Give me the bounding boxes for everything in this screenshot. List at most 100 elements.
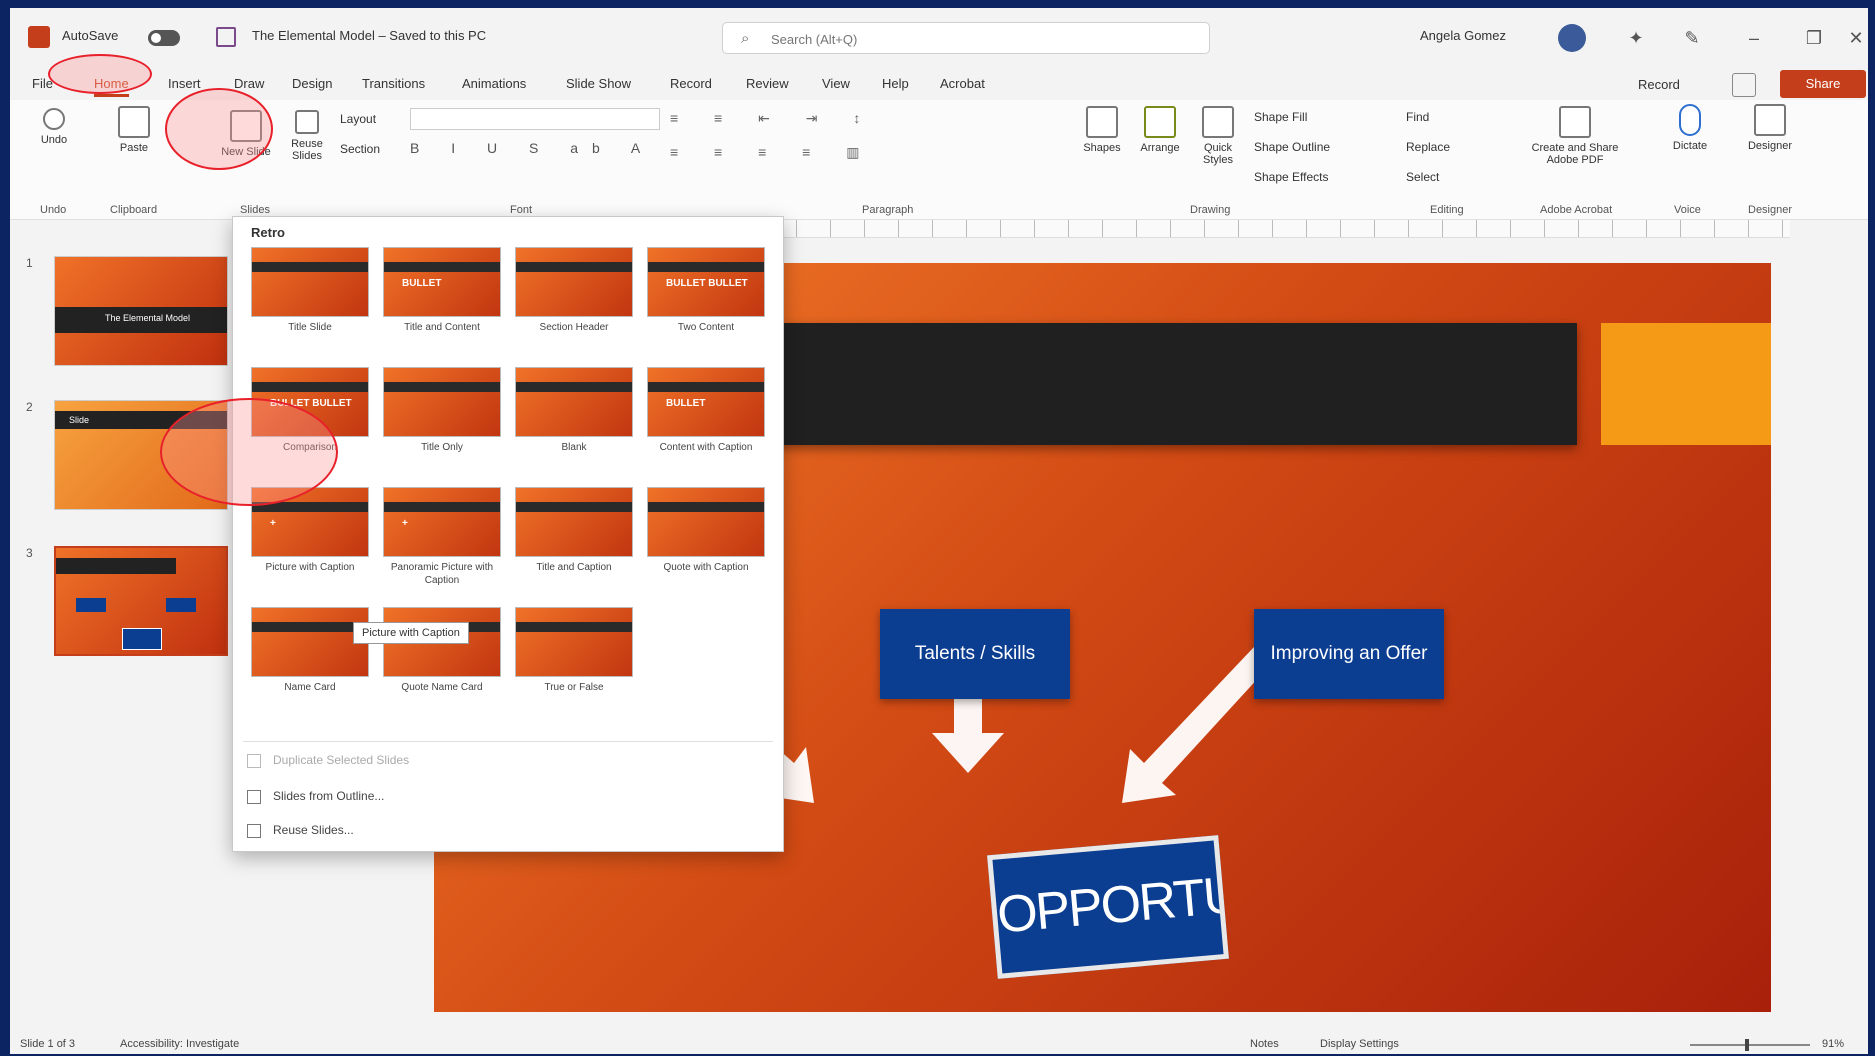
layout-option[interactable]: + Panoramic Picture with Caption bbox=[383, 487, 501, 587]
minimize-icon[interactable]: – bbox=[1740, 24, 1768, 52]
tab-record[interactable]: Record bbox=[670, 76, 712, 91]
accessibility-status[interactable]: Accessibility: Investigate bbox=[120, 1038, 239, 1050]
tab-design[interactable]: Design bbox=[292, 76, 332, 91]
copilot-icon[interactable]: ✦ bbox=[1622, 24, 1650, 52]
tab-help[interactable]: Help bbox=[882, 76, 909, 91]
layout-title-bar bbox=[516, 622, 632, 632]
layout-name: True or False bbox=[544, 682, 604, 693]
shape-effects-button[interactable]: Shape Effects bbox=[1254, 162, 1330, 192]
replace-button[interactable]: Replace bbox=[1406, 132, 1450, 162]
close-icon[interactable]: ✕ bbox=[1842, 24, 1868, 52]
powerpoint-logo-icon bbox=[28, 26, 50, 48]
tab-file[interactable]: File bbox=[32, 76, 53, 91]
comments-icon[interactable] bbox=[1732, 73, 1756, 97]
tab-home[interactable]: Home bbox=[94, 76, 129, 97]
layout-option[interactable]: Title Only bbox=[383, 367, 501, 454]
layout-badge: BULLET bbox=[666, 398, 706, 409]
undo-button[interactable]: Undo bbox=[32, 108, 76, 146]
share-button[interactable]: Share bbox=[1780, 70, 1866, 98]
font-name-field[interactable] bbox=[410, 108, 660, 130]
opportunity-box[interactable]: OPPORTUNITY bbox=[987, 835, 1229, 979]
ribbon: Undo Paste New Slide Reuse Slides Layout… bbox=[10, 100, 1868, 220]
paste-button[interactable]: Paste bbox=[106, 106, 162, 154]
layout-option[interactable]: BULLET BULLET Comparison bbox=[251, 367, 369, 454]
arrange-button[interactable]: Arrange bbox=[1130, 106, 1190, 154]
select-button[interactable]: Select bbox=[1406, 162, 1450, 192]
layout-option[interactable]: Quote Name Card bbox=[383, 607, 501, 694]
paste-icon bbox=[118, 106, 150, 138]
shape-format-list: Shape Fill Shape Outline Shape Effects bbox=[1254, 102, 1330, 192]
tab-acrobat[interactable]: Acrobat bbox=[940, 76, 985, 91]
reuse-slides-item[interactable]: Reuse Slides... bbox=[247, 823, 354, 838]
zoom-slider-thumb[interactable] bbox=[1745, 1039, 1749, 1051]
search-box[interactable]: ⌕ bbox=[722, 22, 1210, 54]
zoom-slider[interactable] bbox=[1690, 1044, 1810, 1046]
document-title[interactable]: The Elemental Model – Saved to this PC bbox=[252, 28, 486, 43]
search-input[interactable] bbox=[771, 29, 1191, 49]
slides-from-outline-item[interactable]: Slides from Outline... bbox=[247, 789, 384, 804]
new-slide-button[interactable]: New Slide bbox=[216, 110, 276, 158]
layout-title-bar bbox=[252, 622, 368, 632]
save-icon[interactable] bbox=[216, 27, 236, 47]
find-button[interactable]: Find bbox=[1406, 102, 1450, 132]
display-settings-button[interactable]: Display Settings bbox=[1320, 1038, 1399, 1050]
tab-slide-show[interactable]: Slide Show bbox=[566, 76, 631, 91]
layout-button[interactable]: Layout bbox=[340, 104, 380, 134]
layout-option[interactable]: BULLET BULLET Two Content bbox=[647, 247, 765, 334]
arrange-icon bbox=[1144, 106, 1176, 138]
slide-thumbnail-1[interactable]: The Elemental Model bbox=[54, 256, 228, 366]
improving-offer-box[interactable]: Improving an Offer bbox=[1254, 609, 1444, 699]
layout-option[interactable]: + Picture with Caption bbox=[251, 487, 369, 574]
shape-fill-button[interactable]: Shape Fill bbox=[1254, 102, 1330, 132]
layout-title-bar bbox=[516, 502, 632, 512]
slide-thumbnail-2[interactable]: Slide bbox=[54, 400, 228, 510]
tab-transitions[interactable]: Transitions bbox=[362, 76, 425, 91]
layout-option[interactable]: BULLET Content with Caption bbox=[647, 367, 765, 454]
autosave-toggle[interactable] bbox=[148, 30, 180, 46]
user-name[interactable]: Angela Gomez bbox=[1420, 28, 1506, 43]
tab-insert[interactable]: Insert bbox=[168, 76, 201, 91]
restore-icon[interactable]: ❐ bbox=[1800, 24, 1828, 52]
record-button[interactable]: Record bbox=[1630, 72, 1688, 98]
shapes-button[interactable]: Shapes bbox=[1074, 106, 1130, 154]
layout-option[interactable]: Name Card bbox=[251, 607, 369, 694]
avatar[interactable] bbox=[1558, 24, 1586, 52]
tab-draw[interactable]: Draw bbox=[234, 76, 264, 91]
layout-title-bar bbox=[516, 262, 632, 272]
tab-review[interactable]: Review bbox=[746, 76, 789, 91]
talents-skills-box[interactable]: Talents / Skills bbox=[880, 609, 1070, 699]
layout-option[interactable]: Blank bbox=[515, 367, 633, 454]
notes-button[interactable]: Notes bbox=[1250, 1038, 1279, 1050]
thumb-title-bar bbox=[56, 558, 176, 574]
layout-option[interactable]: BULLET Title and Content bbox=[383, 247, 501, 334]
reuse-slides-button[interactable]: Reuse Slides bbox=[282, 110, 332, 162]
layout-name: Title and Content bbox=[404, 322, 480, 333]
slide-thumbnail-3[interactable] bbox=[54, 546, 228, 656]
shape-outline-button[interactable]: Shape Outline bbox=[1254, 132, 1330, 162]
layout-option[interactable]: Title and Caption bbox=[515, 487, 633, 574]
zoom-level[interactable]: 91% bbox=[1822, 1038, 1844, 1050]
layout-option[interactable]: Quote with Caption bbox=[647, 487, 765, 574]
duplicate-slides-item[interactable]: Duplicate Selected Slides bbox=[247, 753, 409, 768]
designer-button[interactable]: Designer bbox=[1740, 104, 1800, 152]
create-adobe-pdf-button[interactable]: Create and Share Adobe PDF bbox=[1530, 106, 1620, 166]
align-buttons[interactable]: ≡ ≡ ≡ ≡ ▥ bbox=[670, 144, 875, 161]
section-button[interactable]: Section bbox=[340, 134, 380, 164]
group-label-paragraph: Paragraph bbox=[862, 204, 914, 216]
editing-list: Find Replace Select bbox=[1406, 102, 1450, 192]
quick-styles-icon bbox=[1202, 106, 1234, 138]
pen-icon[interactable]: ✎ bbox=[1678, 24, 1706, 52]
list-buttons[interactable]: ≡ ≡ ⇤ ⇥ ↕ bbox=[670, 110, 876, 127]
tab-animations[interactable]: Animations bbox=[462, 76, 526, 91]
quick-styles-button[interactable]: Quick Styles bbox=[1188, 106, 1248, 166]
tab-view[interactable]: View bbox=[822, 76, 850, 91]
group-label-drawing: Drawing bbox=[1190, 204, 1231, 216]
layout-thumbnail bbox=[515, 487, 633, 557]
layout-option[interactable]: Section Header bbox=[515, 247, 633, 334]
layout-option[interactable]: True or False bbox=[515, 607, 633, 694]
layout-option[interactable]: Title Slide bbox=[251, 247, 369, 334]
font-format-buttons[interactable]: B I U S ab A bbox=[410, 140, 654, 156]
layout-badge: + bbox=[402, 518, 408, 529]
layout-title-bar bbox=[516, 382, 632, 392]
dictate-button[interactable]: Dictate bbox=[1662, 104, 1718, 152]
